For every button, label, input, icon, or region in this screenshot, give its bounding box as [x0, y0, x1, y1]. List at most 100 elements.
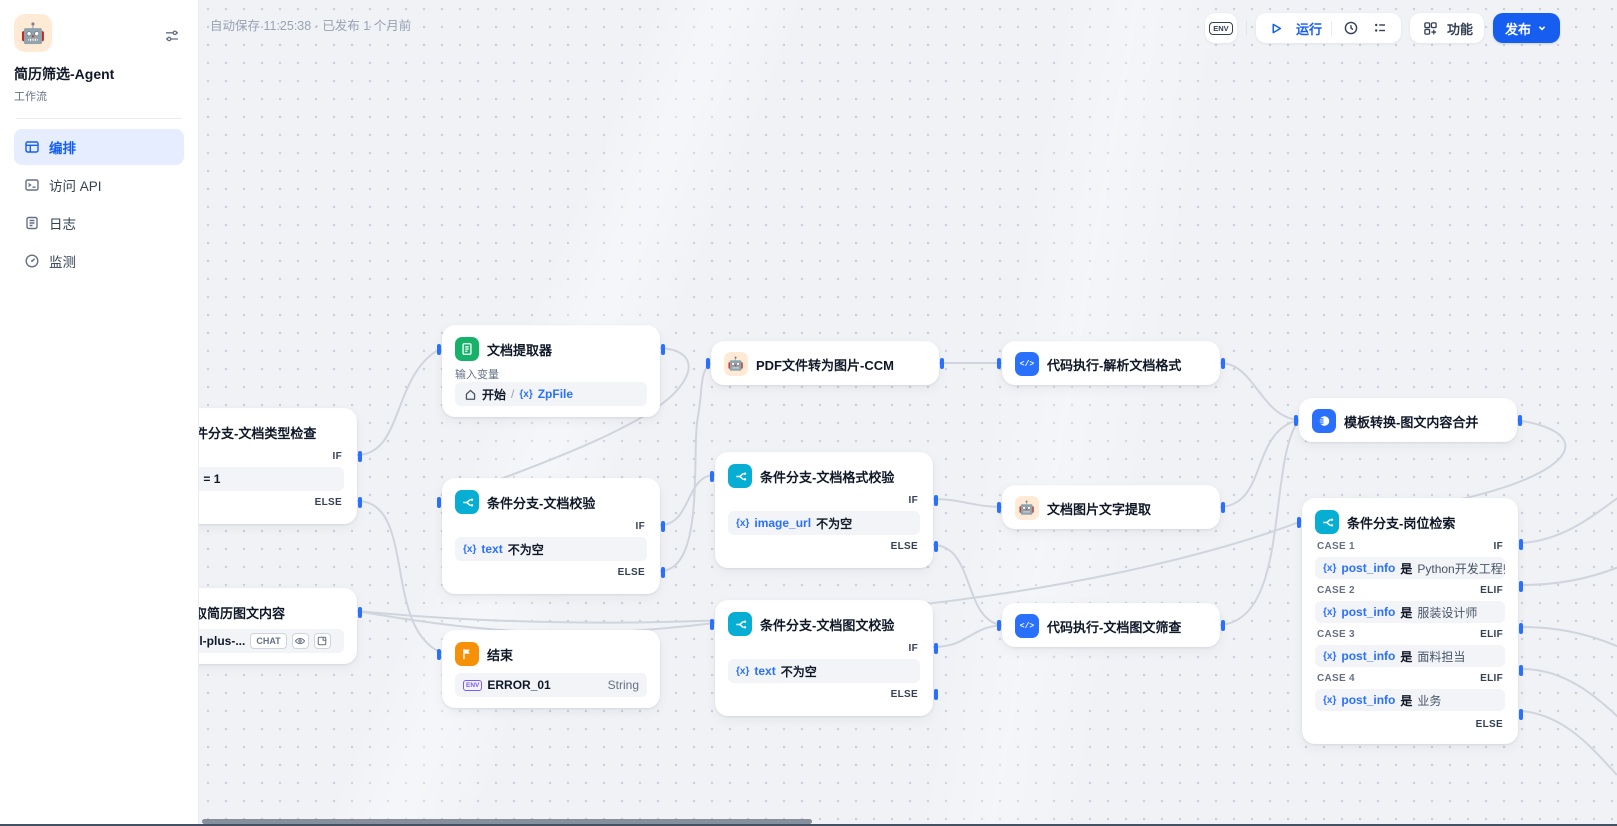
toolbar-divider [1245, 21, 1247, 35]
edge [932, 498, 1003, 508]
port-out-case1[interactable] [1519, 539, 1523, 550]
port-out-if[interactable] [934, 495, 938, 506]
if-else-icon [455, 490, 479, 514]
node-title: LLM-提取简历图文内容 [199, 605, 286, 621]
port-out[interactable] [1221, 620, 1225, 631]
port-in[interactable] [437, 649, 441, 660]
log-icon [26, 216, 38, 230]
port-out-if[interactable] [934, 643, 938, 654]
workflow-canvas[interactable]: 条件分支-文档类型检查 IF {x} t = 1 ELSE LLM-提取简历图文… [199, 0, 1617, 826]
toolbar: ENV 运行 功能 发布 [1204, 13, 1560, 43]
if-else-icon [728, 464, 752, 488]
port-in[interactable] [1297, 517, 1301, 528]
node-doc-image-ocr[interactable]: 🤖 文档图片文字提取 [997, 485, 1225, 529]
else-label: ELSE [314, 497, 342, 508]
edge [1219, 419, 1300, 626]
app-settings-icon[interactable] [162, 26, 182, 46]
variable-icon: {x} [463, 543, 477, 555]
group-divider [1330, 20, 1332, 36]
json-schema-icon [313, 633, 331, 649]
else-label: ELSE [890, 541, 918, 552]
else-label: ELSE [1475, 719, 1503, 730]
condition-pill: {x} post_info 是 业务 [1315, 689, 1505, 711]
checklist-icon[interactable] [1370, 18, 1390, 38]
if-label: IF [908, 495, 918, 506]
branch-label: IF [1493, 540, 1503, 552]
edge [932, 544, 1003, 626]
sidebar-item-api[interactable]: 访问 API [14, 167, 184, 203]
node-title: PDF文件转为图片-CCM [756, 357, 894, 373]
port-in[interactable] [437, 344, 441, 355]
edge [1521, 566, 1617, 586]
run-history-icon[interactable] [1341, 18, 1361, 38]
port-in[interactable] [710, 619, 714, 630]
port-in[interactable] [706, 358, 710, 369]
variable-icon: {x} [1323, 562, 1337, 574]
sidebar-item-orchestrate[interactable]: 编排 [14, 129, 184, 165]
node-post-search[interactable]: 条件分支-岗位检索 CASE 1 IF {x} post_info 是 Pytho… [1297, 498, 1523, 744]
port-out-else[interactable] [661, 567, 665, 578]
publish-button[interactable]: 发布 [1492, 13, 1560, 43]
port-in[interactable] [997, 620, 1001, 631]
node-code-parse-format[interactable]: </> 代码执行-解析文档格式 [997, 341, 1225, 385]
port-out[interactable] [1221, 358, 1225, 369]
app-type-label: 工作流 [14, 91, 47, 103]
branch-label: ELIF [1480, 672, 1503, 684]
edge [1521, 497, 1617, 544]
end-flag-icon [455, 642, 479, 666]
port-out-else[interactable] [1519, 709, 1523, 720]
port-out[interactable] [358, 607, 362, 618]
port-in[interactable] [997, 358, 1001, 369]
port-out-case4[interactable] [1519, 665, 1523, 676]
sidebar-item-monitoring[interactable]: 监测 [14, 243, 184, 279]
node-doc-image-text-check[interactable]: 条件分支-文档图文校验 IF {x} text 不为空 ELSE [710, 600, 938, 716]
port-out-case3[interactable] [1519, 623, 1523, 634]
node-doc-extractor[interactable]: 文档提取器 输入变量 开始 / {x} ZpFile [437, 325, 665, 417]
edge [659, 474, 716, 526]
start-node-icon [463, 387, 477, 401]
node-doc-check[interactable]: 条件分支-文档校验 IF {x} text 不为空 ELSE [437, 478, 665, 594]
branch-label: ELIF [1480, 584, 1503, 596]
port-in[interactable] [997, 502, 1001, 513]
port-out[interactable] [940, 358, 944, 369]
node-title: 条件分支-文档校验 [487, 495, 596, 511]
blocks-icon [1421, 18, 1441, 38]
port-in[interactable] [437, 497, 441, 508]
node-title: 条件分支-文档图文校验 [760, 617, 895, 633]
port-out[interactable] [1518, 415, 1522, 426]
chevron-down-icon [1536, 18, 1548, 38]
edge [1219, 362, 1300, 421]
port-out-else[interactable] [934, 541, 938, 552]
node-doc-type-check[interactable]: 条件分支-文档类型检查 IF {x} t = 1 ELSE [199, 408, 362, 524]
port-out-case2[interactable] [1519, 581, 1523, 592]
port-out[interactable] [661, 344, 665, 355]
port-out-if[interactable] [358, 451, 362, 462]
case-label: CASE 3 [1317, 628, 1355, 640]
var-type: String [607, 678, 639, 692]
if-label: IF [635, 521, 645, 532]
condition-pill: {x} image_url 不为空 [728, 511, 920, 535]
port-out-else[interactable] [934, 689, 938, 700]
port-in[interactable] [1294, 415, 1298, 426]
node-code-image-filter[interactable]: </> 代码执行-文档图文筛查 [997, 603, 1225, 647]
model-pill: qwen-vl-plus-... CHAT [199, 629, 344, 653]
case-label: CASE 1 [1317, 540, 1355, 552]
app-avatar[interactable]: 🤖 [14, 14, 52, 52]
env-variables-button[interactable]: ENV [1204, 13, 1237, 43]
tool-robot-icon: 🤖 [724, 352, 748, 376]
node-pdf-to-image[interactable]: 🤖 PDF文件转为图片-CCM [706, 341, 944, 385]
port-out-if[interactable] [661, 521, 665, 532]
port-out-else[interactable] [358, 497, 362, 508]
sidebar-item-logs[interactable]: 日志 [14, 205, 184, 241]
code-icon: </> [1015, 352, 1039, 376]
run-button[interactable]: 运行 [1296, 19, 1322, 38]
node-template-merge[interactable]: 模板转换-图文内容合并 [1294, 398, 1522, 442]
node-llm-extract[interactable]: LLM-提取简历图文内容 qwen-vl-plus-... CHAT [199, 588, 362, 664]
node-end[interactable]: 结束 ENV ERROR_01 String [437, 630, 660, 708]
chat-mode-badge: CHAT [250, 633, 287, 649]
app-title: 简历筛选-Agent [14, 66, 115, 82]
port-out[interactable] [1221, 502, 1225, 513]
port-in[interactable] [710, 471, 714, 482]
node-doc-format-check[interactable]: 条件分支-文档格式校验 IF {x} image_url 不为空 ELSE [710, 452, 938, 568]
features-button[interactable]: 功能 [1409, 13, 1484, 43]
